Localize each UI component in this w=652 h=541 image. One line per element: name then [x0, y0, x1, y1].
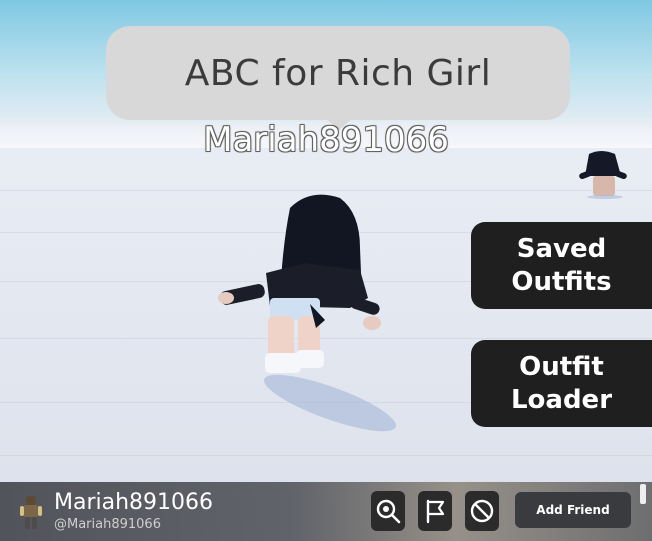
saved-outfits-button[interactable]: Saved Outfits	[471, 222, 652, 309]
block-button[interactable]	[465, 491, 499, 531]
report-flag-icon	[426, 499, 445, 524]
inspect-icon	[376, 499, 401, 524]
inspect-button[interactable]	[371, 491, 405, 531]
outfit-loader-button[interactable]: Outfit Loader	[471, 340, 652, 427]
player-avatar-thumbnail	[20, 496, 42, 529]
chat-bubble-text: ABC for Rich Girl	[184, 52, 492, 94]
report-button[interactable]	[418, 491, 452, 531]
block-icon	[470, 499, 494, 523]
player-username: @Mariah891066	[54, 517, 161, 532]
chat-bubble: ABC for Rich Girl	[106, 26, 570, 120]
sand-ripple	[0, 455, 652, 456]
scrollbar[interactable]	[640, 484, 646, 504]
player-display-name: Mariah891066	[54, 490, 214, 515]
player-avatar-character[interactable]	[210, 188, 410, 438]
add-friend-button[interactable]: Add Friend	[515, 492, 631, 528]
player-nametag: Mariah891066	[203, 120, 449, 160]
